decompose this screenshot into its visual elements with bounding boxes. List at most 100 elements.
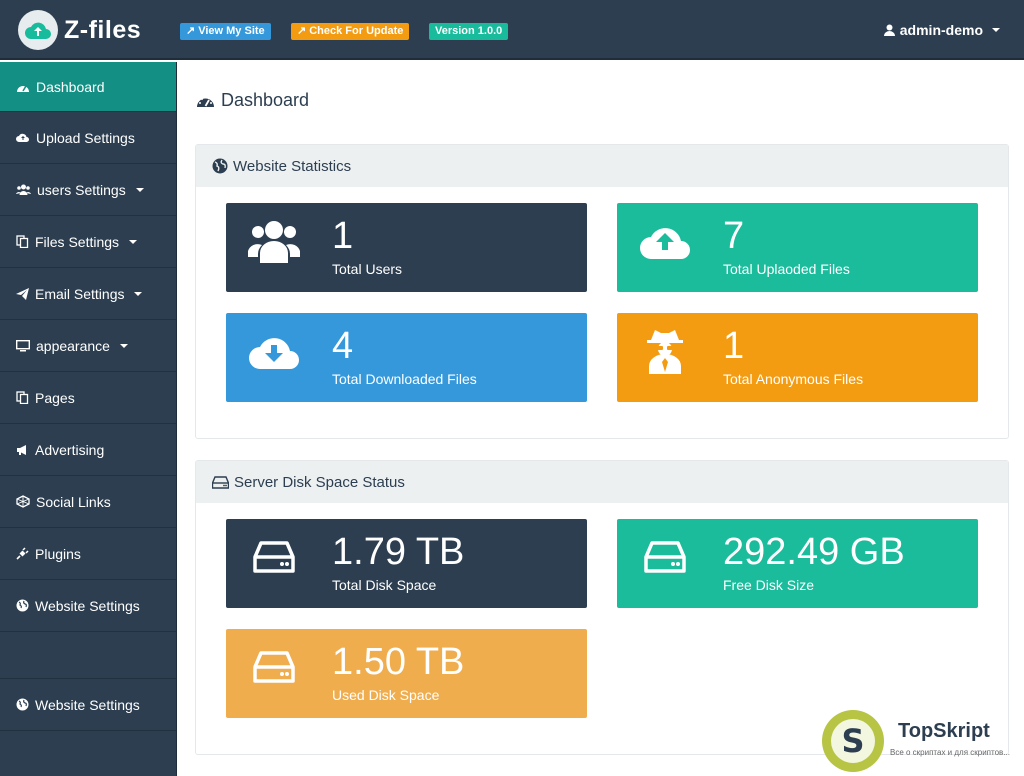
watermark-subtitle: Все о скриптах и для скриптов... — [890, 748, 1010, 757]
top-navbar: Z-files ↗ View My Site ↗ Check For Updat… — [0, 0, 1024, 60]
stat-card-total-anonymous: 1 Total Anonymous Files — [617, 313, 978, 402]
view-site-label: View My Site — [198, 25, 265, 37]
disk-value: 1.79 TB — [332, 531, 465, 573]
cloud-upload-icon — [18, 10, 58, 50]
sidebar-item-pages[interactable]: Pages — [0, 372, 176, 424]
disk-value: 292.49 GB — [723, 531, 905, 573]
watermark-logo: S — [822, 710, 884, 772]
disk-card-used: 1.50 TB Used Disk Space — [226, 629, 587, 718]
globe-icon — [16, 698, 29, 711]
globe-icon — [16, 599, 29, 612]
disk-card-total: 1.79 TB Total Disk Space — [226, 519, 587, 608]
files-icon — [16, 235, 29, 248]
stat-value: 7 — [723, 215, 745, 257]
cloud-upload-icon — [16, 133, 29, 142]
cloud-upload-icon — [637, 213, 692, 268]
page-title: Dashboard — [196, 90, 309, 111]
user-menu[interactable]: admin-demo — [883, 22, 1000, 38]
sidebar-item-label: Social Links — [36, 493, 111, 510]
sidebar-item-files-settings[interactable]: Files Settings — [0, 216, 176, 268]
hdd-icon — [637, 529, 692, 584]
chevron-down-icon — [134, 291, 143, 296]
stat-value: 1 — [723, 325, 745, 367]
user-name: admin-demo — [899, 22, 983, 38]
external-link-icon: ↗ — [186, 25, 196, 37]
users-icon — [16, 184, 31, 195]
sidebar-item-social-links[interactable]: Social Links — [0, 476, 176, 528]
desktop-icon — [16, 339, 30, 351]
stat-label: Total Downloaded Files — [332, 371, 477, 387]
chevron-down-icon — [129, 239, 138, 244]
watermark-letter: S — [831, 719, 875, 763]
globe-icon — [212, 158, 228, 174]
sidebar-spacer — [0, 632, 176, 679]
logo[interactable]: Z-files — [18, 9, 141, 51]
logo-text: Z-files — [64, 15, 142, 44]
version-badge: Version 1.0.0 — [429, 23, 509, 40]
sidebar-item-label: Dashboard — [36, 78, 105, 95]
sidebar-item-label: Upload Settings — [36, 129, 135, 146]
panel-header: Server Disk Space Status — [196, 461, 1008, 503]
sidebar-item-label: Files Settings — [35, 233, 120, 250]
watermark-title: TopSkript — [898, 720, 990, 742]
panel-title: Server Disk Space Status — [234, 473, 405, 491]
stat-label: Total Anonymous Files — [723, 371, 864, 387]
stat-value: 4 — [332, 325, 354, 367]
disk-card-free: 292.49 GB Free Disk Size — [617, 519, 978, 608]
stat-value: 1 — [332, 215, 354, 257]
sidebar-item-email-settings[interactable]: Email Settings — [0, 268, 176, 320]
paper-plane-icon — [16, 287, 29, 300]
chevron-down-icon — [992, 28, 1000, 32]
view-site-button[interactable]: ↗ View My Site — [180, 23, 271, 40]
sidebar-item-label: Website Settings — [35, 696, 140, 713]
panel-title: Website Statistics — [233, 157, 352, 175]
sidebar-item-plugins[interactable]: Plugins — [0, 528, 176, 580]
sidebar-item-dashboard[interactable]: Dashboard — [0, 62, 176, 112]
panel-header: Website Statistics — [196, 145, 1008, 187]
check-update-button[interactable]: ↗ Check For Update — [291, 23, 410, 40]
disk-value: 1.50 TB — [332, 641, 465, 683]
version-label: Version 1.0.0 — [435, 25, 503, 37]
sidebar-item-label: Advertising — [35, 441, 105, 458]
disk-label: Used Disk Space — [332, 687, 440, 703]
dashboard-icon — [17, 85, 29, 92]
check-update-label: Check For Update — [309, 25, 404, 37]
hdd-icon — [246, 639, 301, 694]
sidebar-item-appearance[interactable]: appearance — [0, 320, 176, 372]
sidebar-item-upload-settings[interactable]: Upload Settings — [0, 112, 176, 164]
sidebar-item-label: Pages — [35, 389, 75, 406]
hdd-icon — [246, 529, 301, 584]
page-title-text: Dashboard — [221, 90, 310, 110]
topskript-watermark: S TopSkript Все о скриптах и для скрипто… — [822, 708, 1022, 774]
sidebar-item-label: appearance — [36, 337, 110, 354]
plug-icon — [16, 547, 29, 560]
stat-label: Total Uplaoded Files — [723, 261, 850, 277]
users-icon — [246, 213, 301, 268]
cloud-download-icon — [246, 323, 301, 378]
stat-card-total-uploaded: 7 Total Uplaoded Files — [617, 203, 978, 292]
sidebar-item-label: Plugins — [35, 545, 81, 562]
disk-label: Total Disk Space — [332, 577, 437, 593]
user-icon — [883, 24, 895, 36]
copy-icon — [16, 391, 29, 404]
social-icon — [16, 495, 30, 508]
sidebar-item-label: Email Settings — [35, 285, 125, 302]
stat-label: Total Users — [332, 261, 403, 277]
disk-label: Free Disk Size — [723, 577, 815, 593]
sidebar-item-label: Website Settings — [35, 597, 140, 614]
sidebar-item-website-settings-bottom[interactable]: Website Settings — [0, 679, 176, 731]
chevron-down-icon — [119, 343, 128, 348]
bullhorn-icon — [17, 444, 26, 455]
sidebar-item-label: users Settings — [37, 181, 126, 198]
stat-card-total-downloaded: 4 Total Downloaded Files — [226, 313, 587, 402]
user-secret-icon — [637, 323, 692, 378]
sidebar: Dashboard Upload Settings users Settings… — [0, 62, 177, 776]
hdd-icon — [212, 475, 229, 489]
sidebar-item-advertising[interactable]: Advertising — [0, 424, 176, 476]
dashboard-icon — [197, 96, 214, 107]
sidebar-item-users-settings[interactable]: users Settings — [0, 164, 176, 216]
chevron-down-icon — [135, 187, 144, 192]
sidebar-item-website-settings[interactable]: Website Settings — [0, 580, 176, 632]
external-link-icon: ↗ — [297, 25, 307, 37]
stat-card-total-users: 1 Total Users — [226, 203, 587, 292]
